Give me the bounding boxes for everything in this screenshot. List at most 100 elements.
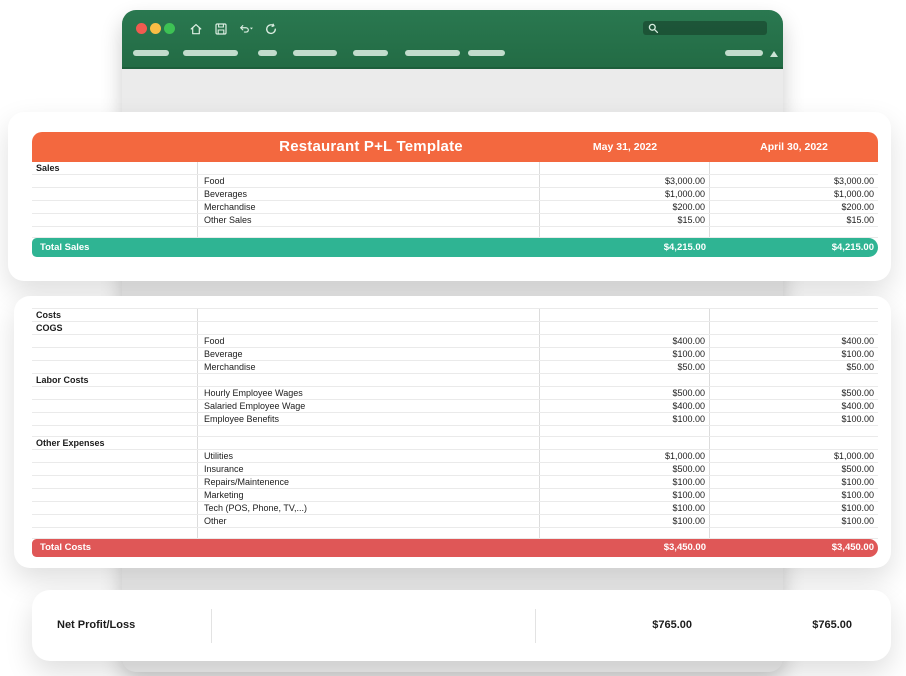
cell-april-value[interactable] bbox=[710, 309, 878, 321]
menu-pill[interactable] bbox=[258, 50, 277, 56]
cell-april-value[interactable] bbox=[710, 227, 878, 237]
spreadsheet-row[interactable]: Employee Benefits$100.00$100.00 bbox=[32, 413, 878, 426]
cell-may-value[interactable]: $1,000.00 bbox=[540, 450, 710, 462]
cell-item[interactable] bbox=[198, 162, 540, 174]
cell-category[interactable] bbox=[32, 489, 198, 501]
cell-category[interactable] bbox=[32, 175, 198, 187]
cell-item[interactable]: Merchandise bbox=[198, 361, 540, 373]
cell-category[interactable] bbox=[32, 387, 198, 399]
cell-category[interactable] bbox=[32, 348, 198, 360]
spreadsheet-row[interactable]: Repairs/Maintenence$100.00$100.00 bbox=[32, 476, 878, 489]
cell-may-value[interactable] bbox=[540, 426, 710, 436]
cell-may-value[interactable] bbox=[540, 322, 710, 334]
cell-item[interactable] bbox=[198, 426, 540, 436]
cell-may-value[interactable]: $1,000.00 bbox=[540, 188, 710, 200]
redo-icon[interactable] bbox=[263, 21, 279, 36]
cell-may-value[interactable] bbox=[540, 309, 710, 321]
cell-item[interactable] bbox=[198, 227, 540, 237]
cell-may-value[interactable]: $100.00 bbox=[540, 489, 710, 501]
cell-category[interactable]: COGS bbox=[32, 322, 198, 334]
cell-category[interactable] bbox=[32, 335, 198, 347]
spreadsheet-empty-row[interactable] bbox=[32, 227, 878, 238]
menu-pill[interactable] bbox=[725, 50, 763, 56]
cell-category[interactable] bbox=[32, 400, 198, 412]
cell-may-value[interactable]: $3,000.00 bbox=[540, 175, 710, 187]
spreadsheet-row[interactable]: Food$3,000.00$3,000.00 bbox=[32, 175, 878, 188]
cell-item[interactable]: Tech (POS, Phone, TV,...) bbox=[198, 502, 540, 514]
cell-april-value[interactable]: $100.00 bbox=[710, 413, 878, 425]
cell-may-value[interactable]: $100.00 bbox=[540, 413, 710, 425]
cell-item[interactable] bbox=[198, 322, 540, 334]
cell-category[interactable] bbox=[32, 450, 198, 462]
menu-pill[interactable] bbox=[468, 50, 505, 56]
cell-category[interactable] bbox=[32, 528, 198, 538]
cell-category[interactable] bbox=[32, 214, 198, 226]
spreadsheet-row[interactable]: Insurance$500.00$500.00 bbox=[32, 463, 878, 476]
cell-may-value[interactable]: $100.00 bbox=[540, 348, 710, 360]
cell-april-value[interactable]: $50.00 bbox=[710, 361, 878, 373]
cell-category[interactable] bbox=[32, 188, 198, 200]
cell-may-value[interactable]: $400.00 bbox=[540, 335, 710, 347]
cell-category[interactable] bbox=[32, 361, 198, 373]
save-icon[interactable] bbox=[213, 21, 229, 36]
undo-icon[interactable] bbox=[238, 21, 254, 36]
cell-item[interactable]: Marketing bbox=[198, 489, 540, 501]
cell-april-value[interactable]: $100.00 bbox=[710, 502, 878, 514]
cell-category[interactable]: Sales bbox=[32, 162, 198, 174]
home-icon[interactable] bbox=[188, 21, 204, 36]
cell-april-value[interactable] bbox=[710, 437, 878, 449]
cell-item[interactable]: Utilities bbox=[198, 450, 540, 462]
cell-may-value[interactable] bbox=[540, 437, 710, 449]
cell-item[interactable]: Insurance bbox=[198, 463, 540, 475]
total-costs-row[interactable]: Total Costs $3,450.00 $3,450.00 bbox=[32, 539, 878, 557]
cell-may-value[interactable]: $500.00 bbox=[540, 463, 710, 475]
cell-may-value[interactable]: $50.00 bbox=[540, 361, 710, 373]
spreadsheet-row[interactable]: Hourly Employee Wages$500.00$500.00 bbox=[32, 387, 878, 400]
cell-item[interactable]: Other Sales bbox=[198, 214, 540, 226]
cell-category[interactable]: Labor Costs bbox=[32, 374, 198, 386]
cell-item[interactable]: Employee Benefits bbox=[198, 413, 540, 425]
zoom-button[interactable] bbox=[164, 23, 175, 34]
cell-item[interactable] bbox=[198, 309, 540, 321]
cell-april-value[interactable] bbox=[710, 426, 878, 436]
spreadsheet-row[interactable]: Other$100.00$100.00 bbox=[32, 515, 878, 528]
net-may-value[interactable]: $765.00 bbox=[535, 590, 692, 661]
spreadsheet-row[interactable]: Costs bbox=[32, 309, 878, 322]
cell-april-value[interactable]: $500.00 bbox=[710, 387, 878, 399]
cell-april-value[interactable]: $400.00 bbox=[710, 400, 878, 412]
cell-item[interactable]: Food bbox=[198, 175, 540, 187]
spreadsheet-row[interactable]: Other Expenses bbox=[32, 437, 878, 450]
cell-item[interactable]: Beverages bbox=[198, 188, 540, 200]
spreadsheet-row[interactable]: Marketing$100.00$100.00 bbox=[32, 489, 878, 502]
cell-category[interactable] bbox=[32, 502, 198, 514]
cell-category[interactable] bbox=[32, 463, 198, 475]
cell-category[interactable] bbox=[32, 227, 198, 237]
cell-april-value[interactable] bbox=[710, 374, 878, 386]
menu-pill[interactable] bbox=[353, 50, 388, 56]
cell-may-value[interactable]: $200.00 bbox=[540, 201, 710, 213]
cell-april-value[interactable]: $500.00 bbox=[710, 463, 878, 475]
cell-item[interactable]: Salaried Employee Wage bbox=[198, 400, 540, 412]
cell-april-value[interactable] bbox=[710, 162, 878, 174]
cell-april-value[interactable]: $100.00 bbox=[710, 348, 878, 360]
cell-item[interactable]: Beverage bbox=[198, 348, 540, 360]
net-april-value[interactable]: $765.00 bbox=[692, 590, 852, 661]
cell-may-value[interactable]: $15.00 bbox=[540, 214, 710, 226]
spreadsheet-row[interactable]: Beverage$100.00$100.00 bbox=[32, 348, 878, 361]
cell-may-value[interactable] bbox=[540, 374, 710, 386]
cell-april-value[interactable]: $200.00 bbox=[710, 201, 878, 213]
cell-may-value[interactable]: $500.00 bbox=[540, 387, 710, 399]
spreadsheet-empty-row[interactable] bbox=[32, 528, 878, 539]
cell-item[interactable]: Repairs/Maintenence bbox=[198, 476, 540, 488]
spreadsheet-row[interactable]: Utilities$1,000.00$1,000.00 bbox=[32, 450, 878, 463]
cell-april-value[interactable]: $100.00 bbox=[710, 515, 878, 527]
cell-item[interactable]: Merchandise bbox=[198, 201, 540, 213]
spreadsheet-row[interactable]: Sales bbox=[32, 162, 878, 175]
spreadsheet-row[interactable]: Merchandise$200.00$200.00 bbox=[32, 201, 878, 214]
cell-item[interactable]: Hourly Employee Wages bbox=[198, 387, 540, 399]
close-button[interactable] bbox=[136, 23, 147, 34]
spreadsheet-row[interactable]: Beverages$1,000.00$1,000.00 bbox=[32, 188, 878, 201]
spreadsheet-row[interactable]: Labor Costs bbox=[32, 374, 878, 387]
cell-item[interactable] bbox=[198, 437, 540, 449]
cell-item[interactable] bbox=[198, 374, 540, 386]
